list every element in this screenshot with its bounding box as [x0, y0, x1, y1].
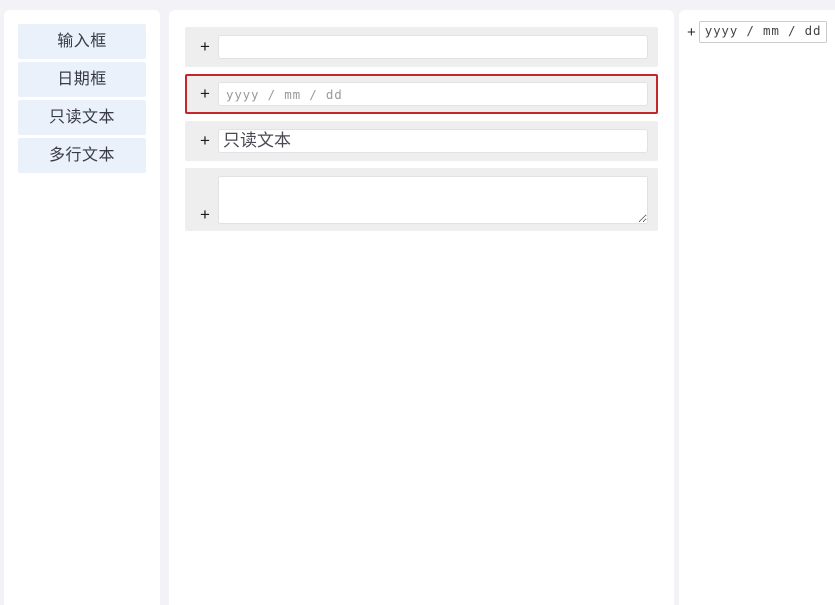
component-palette-panel: 输入框 日期框 只读文本 多行文本 [4, 10, 160, 605]
drag-preview-date-input: + yyyy / mm / dd [687, 21, 828, 43]
form-row-date-input[interactable]: + [185, 74, 658, 114]
sidebar-item-text-input[interactable]: 输入框 [18, 24, 146, 59]
sidebar-item-date-input[interactable]: 日期框 [18, 62, 146, 97]
app-root: 输入框 日期框 只读文本 多行文本 + + yyyy / mm / dd + 只… [0, 0, 835, 605]
sidebar-item-label: 日期框 [57, 71, 107, 88]
sidebar-item-multiline-text[interactable]: 多行文本 [18, 138, 146, 173]
form-row-list: + + + 只读文本 + [185, 27, 658, 231]
move-icon[interactable]: + [192, 206, 218, 224]
form-row-multiline-text[interactable]: + [185, 168, 658, 231]
move-icon[interactable]: + [192, 38, 218, 56]
sidebar-item-label: 输入框 [57, 33, 107, 50]
properties-panel: + yyyy / mm / dd [679, 10, 835, 605]
component-palette-list: 输入框 日期框 只读文本 多行文本 [18, 24, 146, 173]
readonly-text-value: 只读文本 [218, 129, 648, 153]
form-canvas-panel: + + + 只读文本 + [169, 10, 674, 605]
sidebar-item-readonly-text[interactable]: 只读文本 [18, 100, 146, 135]
drag-preview-label: yyyy / mm / dd [698, 21, 828, 43]
move-icon: + [687, 23, 696, 41]
sidebar-item-label: 多行文本 [48, 147, 115, 164]
form-row-readonly-text[interactable]: + 只读文本 [185, 121, 658, 161]
text-input-field[interactable] [218, 35, 648, 59]
multiline-text-field[interactable] [218, 176, 648, 224]
move-icon[interactable]: + [192, 85, 218, 103]
sidebar-item-label: 只读文本 [48, 109, 115, 126]
date-input-field[interactable] [218, 82, 648, 106]
move-icon[interactable]: + [192, 132, 218, 150]
form-row-text-input[interactable]: + [185, 27, 658, 67]
